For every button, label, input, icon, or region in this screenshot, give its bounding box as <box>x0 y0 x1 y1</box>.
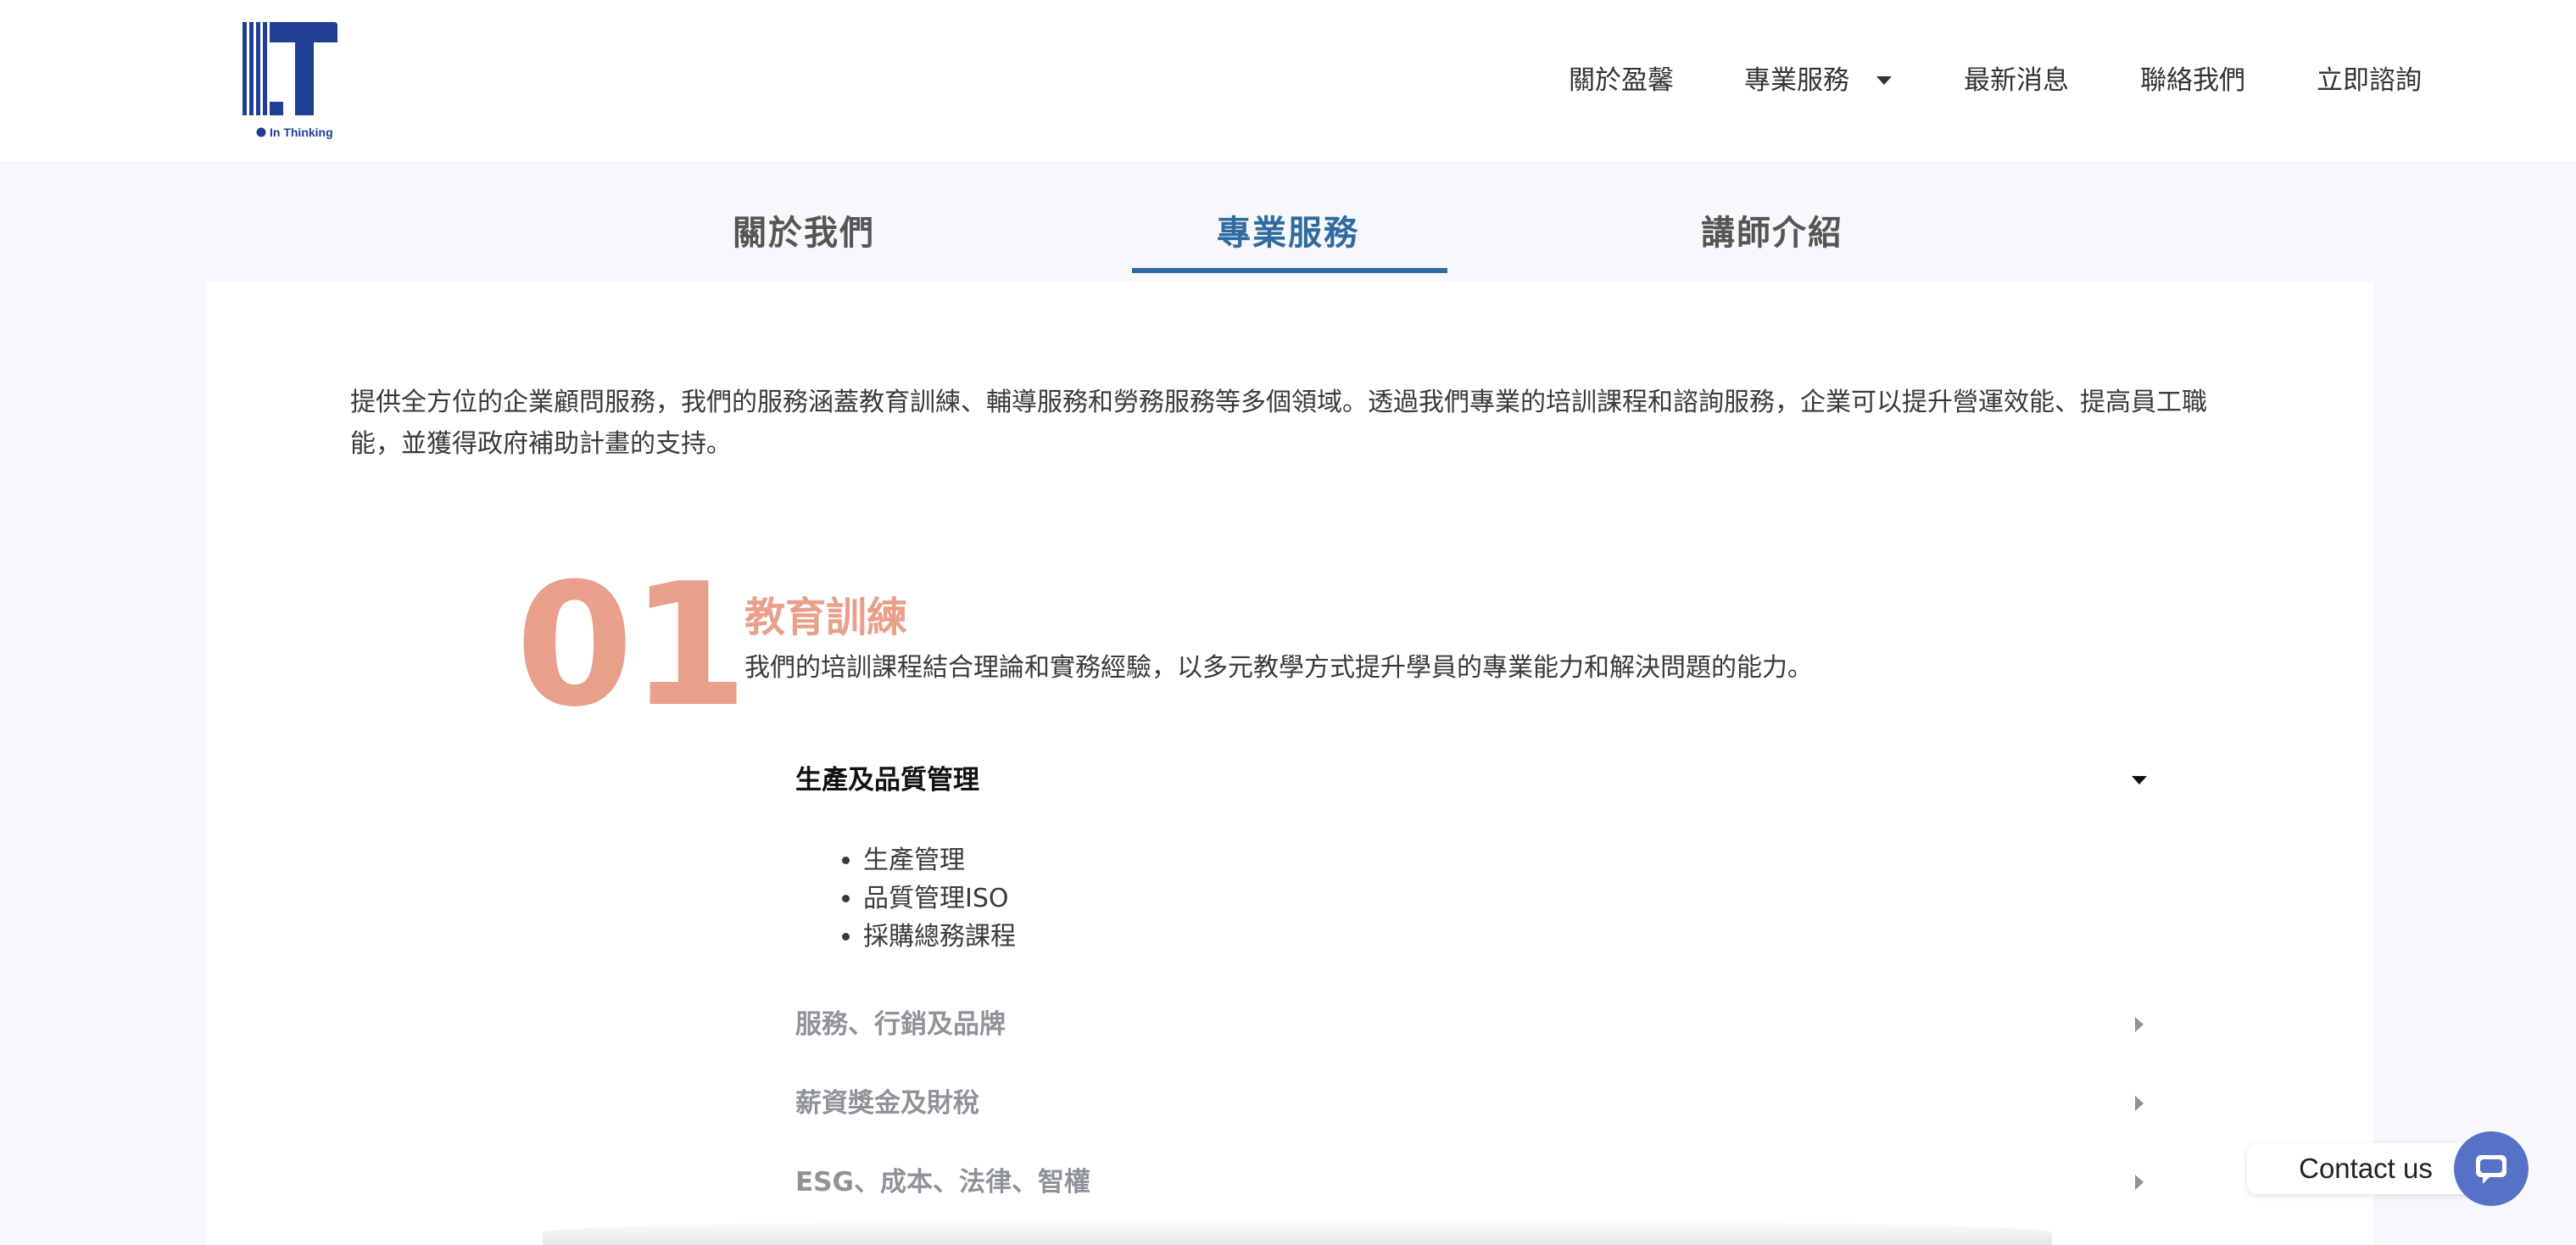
caret-down-icon <box>2127 756 2152 804</box>
chat-icon <box>2476 1155 2506 1184</box>
logo-tagline: In Thinking <box>270 126 333 139</box>
site-header: In Thinking 關於盈馨 專業服務 最新消息 聯絡我們 立即諮詢 <box>0 0 2576 161</box>
accordion-label: ESG、成本、法律、智權 <box>795 1167 1090 1198</box>
list-item: 採購總務課程 <box>863 918 1016 956</box>
popup-edge-shadow <box>543 1220 2052 1245</box>
nav-about[interactable]: 關於盈馨 <box>1569 59 1674 102</box>
services-intro: 提供全方位的企業顧問服務，我們的服務涵蓋教育訓練、輔導服務和勞務服務等多個領域。… <box>350 388 2207 459</box>
nav-contact[interactable]: 聯絡我們 <box>2140 59 2245 102</box>
accordion-salary-tax[interactable]: 薪資獎金及財稅 <box>795 1080 2152 1127</box>
tab-services[interactable]: 專業服務 <box>1217 208 1359 259</box>
tab-about-us[interactable]: 關於我們 <box>733 208 875 259</box>
accordion-label: 薪資獎金及財稅 <box>795 1088 979 1119</box>
accordion-label: 生產及品質管理 <box>795 765 979 796</box>
nav-services[interactable]: 專業服務 <box>1744 59 1849 102</box>
active-tab-indicator <box>1132 268 1447 273</box>
list-item: 生產管理 <box>863 841 1016 879</box>
accordion-content-list: 生產管理 品質管理ISO 採購總務課程 <box>795 841 1016 956</box>
tab-instructors[interactable]: 講師介紹 <box>1701 208 1843 259</box>
caret-right-icon <box>2127 1080 2152 1127</box>
contact-us-label[interactable]: Contact us <box>2247 1143 2484 1194</box>
main-nav: 關於盈馨 專業服務 最新消息 聯絡我們 立即諮詢 <box>0 59 2576 102</box>
caret-down-icon[interactable] <box>1874 59 1894 102</box>
nav-news[interactable]: 最新消息 <box>1964 59 2069 102</box>
section-title: 教育訓練 <box>744 594 908 641</box>
accordion-production-quality[interactable]: 生產及品質管理 <box>795 756 2152 804</box>
section-number: 01 <box>516 547 748 745</box>
accordion-label: 服務、行銷及品牌 <box>795 1009 1006 1040</box>
caret-right-icon <box>2127 1158 2152 1206</box>
chat-widget-button[interactable] <box>2454 1131 2529 1206</box>
accordion-service-marketing[interactable]: 服務、行銷及品牌 <box>795 1001 2152 1048</box>
list-item: 品質管理ISO <box>863 879 1016 918</box>
accordion-esg-law[interactable]: ESG、成本、法律、智權 <box>795 1158 2152 1206</box>
caret-right-icon <box>2127 1001 2152 1048</box>
nav-consult[interactable]: 立即諮詢 <box>2317 59 2422 102</box>
section-description: 我們的培訓課程結合理論和實務經驗，以多元教學方式提升學員的專業能力和解決問題的能… <box>744 653 1813 683</box>
